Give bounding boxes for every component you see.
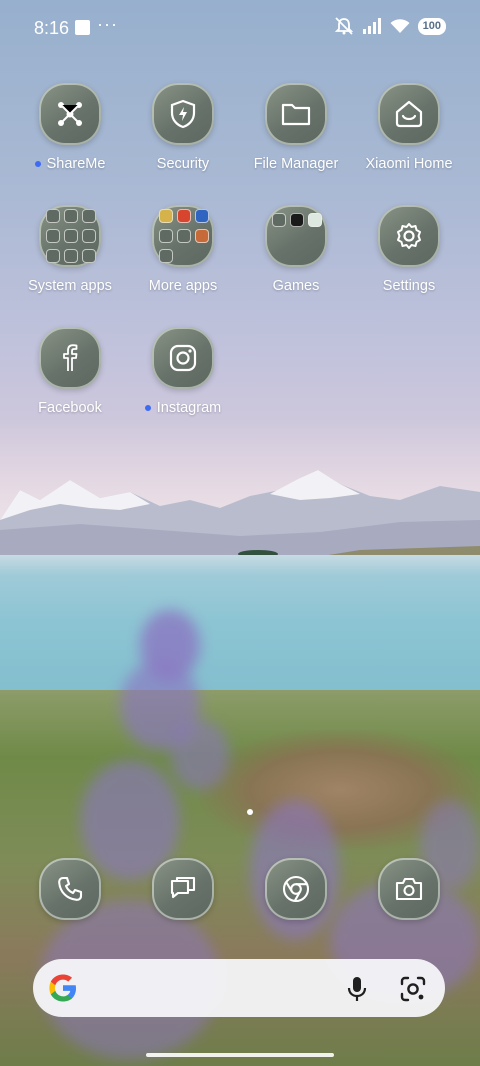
dock-messages[interactable] [152,858,214,920]
google-search-bar[interactable] [33,959,445,1017]
shield-icon [152,83,214,145]
app-file-manager[interactable]: File Manager [240,83,352,172]
app-instagram[interactable]: Instagram [127,327,239,416]
folder-system-apps[interactable]: System apps [14,205,126,294]
status-bar: 8:16 ··· 100 [0,0,480,56]
wifi-icon [390,19,410,33]
folder-games[interactable]: Games [240,205,352,294]
folder-icon [265,83,327,145]
instagram-icon [152,327,214,389]
app-label: File Manager [253,156,339,172]
folder-grid-icon [39,205,101,267]
home-icon [378,83,440,145]
dock-phone[interactable] [39,858,101,920]
app-label: Security [156,156,210,172]
new-badge-dot [34,161,41,167]
mountains [0,470,480,560]
app-label: More apps [148,278,218,294]
signal-icon [362,18,381,34]
dock-camera[interactable] [378,858,440,920]
shareme-icon [39,83,101,145]
mic-icon[interactable] [345,975,369,1003]
folder-more-apps[interactable]: More apps [127,205,239,294]
folder-grid-icon [265,205,327,267]
mute-icon [334,17,353,35]
messages-icon [152,858,214,920]
facebook-icon [39,327,101,389]
status-time: 8:16 [34,18,70,38]
dock-chrome[interactable] [265,858,327,920]
app-label: Facebook [38,400,102,416]
app-label: Xiaomi Home [365,156,453,172]
chrome-icon [265,858,327,920]
gear-icon [378,205,440,267]
folder-grid-icon [152,205,214,267]
google-icon [49,974,76,1002]
new-badge-dot [144,405,151,411]
app-settings[interactable]: Settings [353,205,465,294]
page-indicator[interactable] [247,809,253,815]
app-label: Games [272,278,320,294]
app-security[interactable]: Security [127,83,239,172]
phone-icon [39,858,101,920]
lens-icon[interactable] [399,975,427,1003]
app-shareme[interactable]: ShareMe [14,83,126,172]
app-label: Instagram [156,400,222,416]
app-facebook[interactable]: Facebook [14,327,126,416]
app-xiaomi-home[interactable]: Xiaomi Home [353,83,465,172]
app-label: ShareMe [46,156,106,172]
battery-icon: 100 [417,17,446,35]
home-indicator[interactable] [146,1053,334,1057]
notification-icon [75,20,90,35]
app-label: Settings [382,278,436,294]
more-notifications-icon: ··· [97,14,118,34]
camera-icon [378,858,440,920]
app-label: System apps [28,278,112,294]
blossom [170,720,230,790]
